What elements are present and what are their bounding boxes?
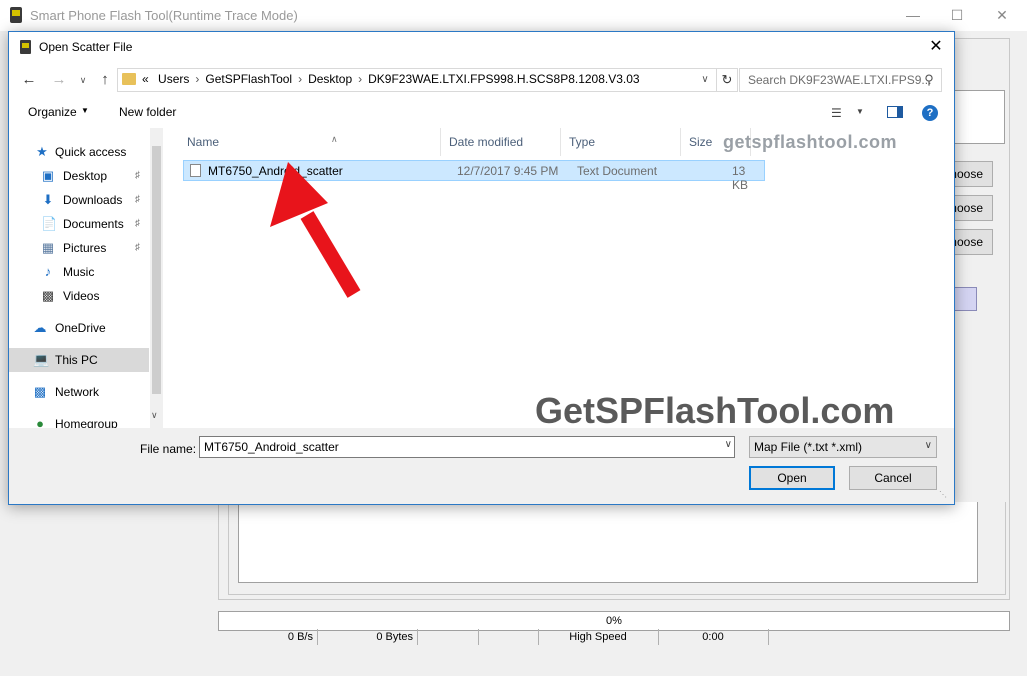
choose-scatter-button[interactable]: noose [952, 195, 993, 221]
status-bar: 0 B/s 0 Bytes High Speed 0:00 [218, 629, 1008, 645]
file-name-label: File name: [140, 442, 197, 456]
choose-download-agent-button[interactable]: noose [952, 161, 993, 187]
app-title: Smart Phone Flash Tool(Runtime Trace Mod… [30, 8, 298, 23]
app-list-header [952, 287, 977, 311]
progress-bar: 0% [218, 611, 1010, 631]
close-icon[interactable]: ✕ [982, 4, 1022, 26]
status-cell [418, 629, 479, 645]
open-button[interactable]: Open [749, 466, 835, 490]
app-info-box [950, 90, 1005, 144]
choose-label: noose [952, 201, 983, 215]
open-scatter-file-dialog: Open Scatter File ✕ ← → ∨ ↑ « Users › GetS… [8, 31, 955, 505]
minimize-icon[interactable]: — [893, 4, 933, 26]
flash-tool-icon [10, 7, 22, 23]
resize-grip-icon[interactable]: ⋱ [939, 490, 947, 499]
choose-label: noose [952, 167, 983, 181]
status-cell [478, 629, 539, 645]
maximize-icon[interactable]: ☐ [937, 4, 977, 26]
dialog-footer: File name: ∨ Map File (*.txt *.xml) ∨ Op… [9, 428, 954, 504]
file-name-field[interactable]: ∨ [199, 436, 735, 458]
status-mode: High Speed [538, 629, 659, 645]
progress-text: 0% [606, 615, 622, 627]
choose-label: noose [952, 235, 983, 249]
cancel-button[interactable]: Cancel [849, 466, 937, 490]
status-speed: 0 B/s [218, 629, 318, 645]
file-type-value: Map File (*.txt *.xml) [754, 440, 863, 454]
file-type-select[interactable]: Map File (*.txt *.xml) ∨ [749, 436, 937, 458]
status-time: 0:00 [658, 629, 769, 645]
status-bytes: 0 Bytes [318, 629, 418, 645]
choose-auth-button[interactable]: noose [952, 229, 993, 255]
chevron-down-icon: ∨ [924, 440, 932, 451]
partition-list [238, 502, 978, 583]
app-titlebar: Smart Phone Flash Tool(Runtime Trace Mod… [0, 0, 1027, 31]
file-name-input[interactable] [200, 437, 718, 457]
chevron-down-icon[interactable]: ∨ [725, 439, 732, 450]
